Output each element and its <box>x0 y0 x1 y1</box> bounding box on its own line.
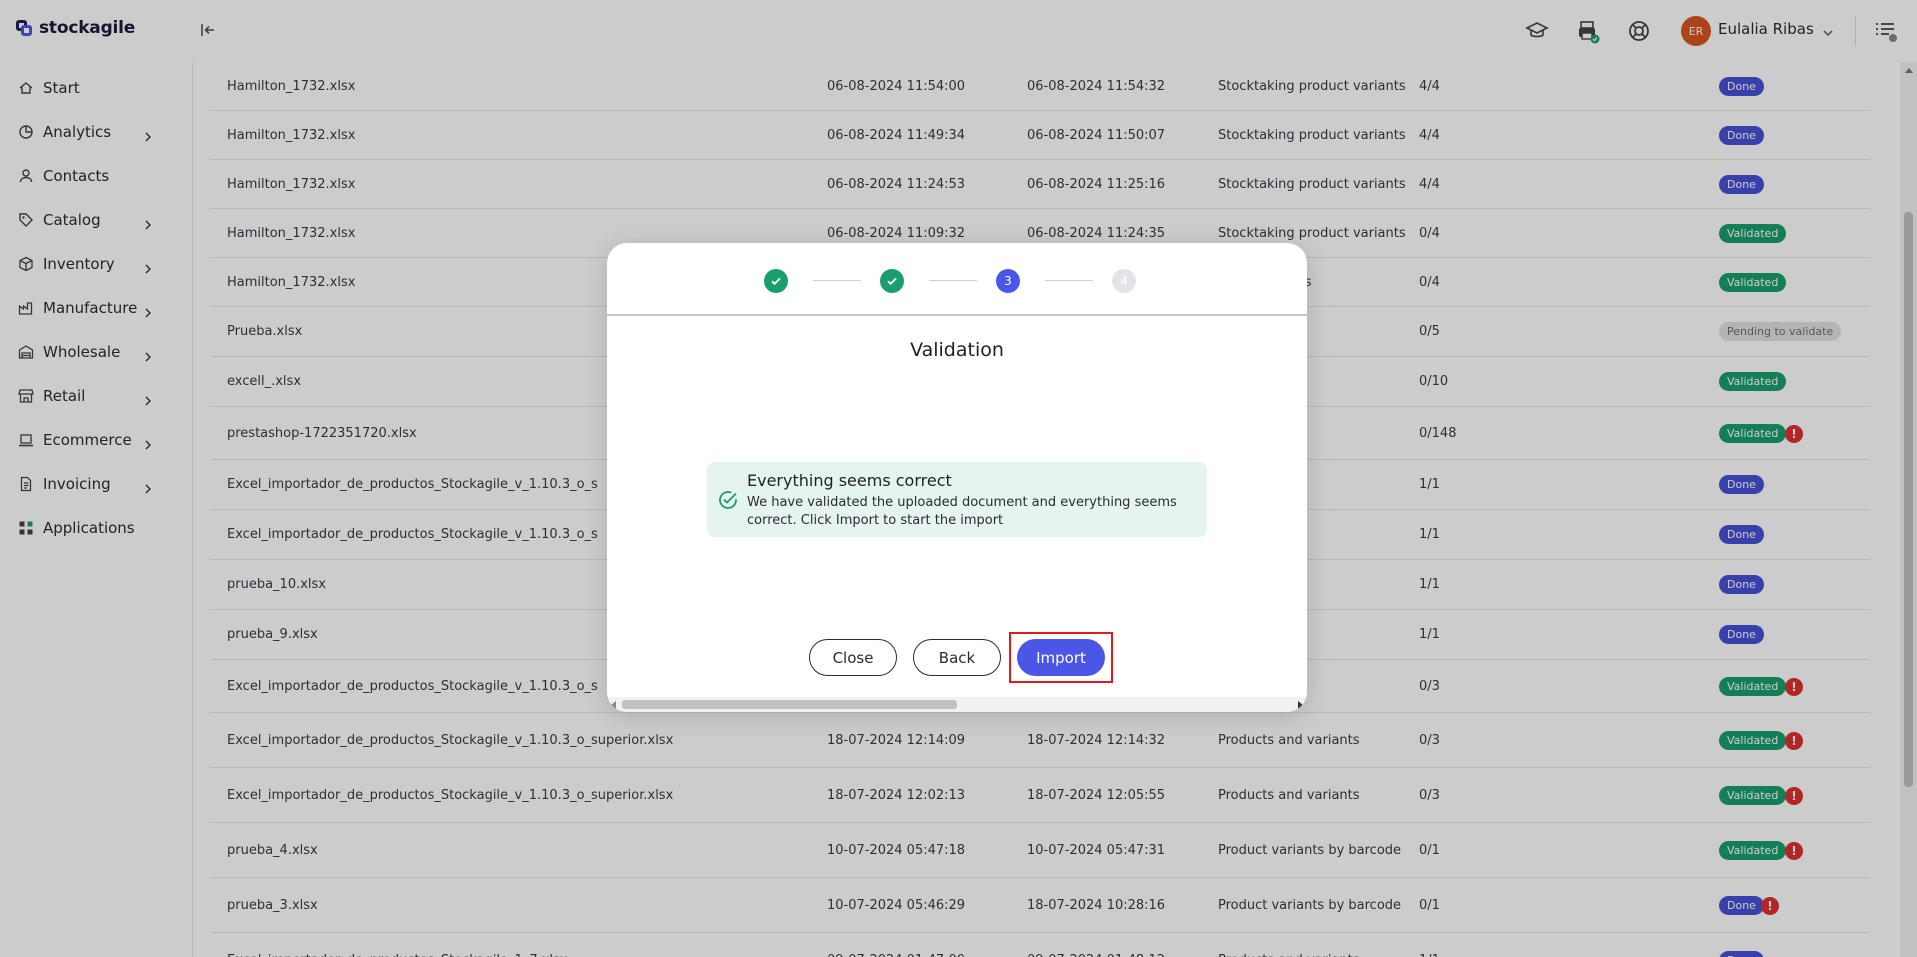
step-connector <box>813 280 861 281</box>
wizard-stepper: 3 4 <box>607 243 1307 316</box>
step-connector <box>1045 280 1093 281</box>
success-alert: Everything seems correct We have validat… <box>707 462 1207 537</box>
modal-title: Validation <box>910 339 1004 361</box>
close-button[interactable]: Close <box>809 639 897 676</box>
scroll-left-icon[interactable] <box>611 701 616 709</box>
step-1-done <box>764 269 788 293</box>
import-wizard-modal: 3 4 Validation Everything seems correct … <box>607 243 1307 712</box>
checkmark-icon <box>887 277 897 286</box>
scroll-right-icon[interactable] <box>1298 701 1303 709</box>
step-2-done <box>880 269 904 293</box>
back-button[interactable]: Back <box>913 639 1001 676</box>
alert-title: Everything seems correct <box>747 471 952 490</box>
checkmark-icon <box>771 277 781 286</box>
scrollbar-thumb[interactable] <box>622 700 957 709</box>
step-4-pending: 4 <box>1112 269 1136 293</box>
modal-horizontal-scrollbar[interactable] <box>607 697 1307 712</box>
alert-message: We have validated the uploaded document … <box>747 495 1177 528</box>
import-button-highlight <box>1009 632 1113 683</box>
check-circle-icon <box>717 489 739 511</box>
step-connector <box>929 280 977 281</box>
step-3-active: 3 <box>996 269 1020 293</box>
